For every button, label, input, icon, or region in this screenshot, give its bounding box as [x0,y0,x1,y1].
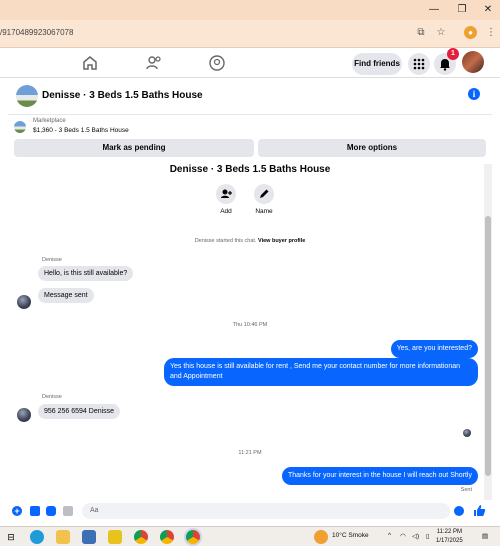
sender-name: Denisse [42,394,62,400]
app-icon[interactable] [82,530,96,544]
add-label: Add [220,208,232,215]
tray-up-icon[interactable]: ^ [388,532,391,539]
emoji-icon[interactable] [454,506,464,516]
weather-icon[interactable] [314,530,328,544]
sender-avatar[interactable] [17,408,31,422]
chrome-icon[interactable] [134,530,148,544]
sticky-notes-icon[interactable] [108,530,122,544]
marketplace-label: Marketplace [33,118,66,124]
clock-date: 1/17/2025 [436,538,463,544]
listing-price-title[interactable]: $1,360 - 3 Beds 1.5 Baths House [33,127,129,134]
address-bar[interactable]: /9170489923067078 ⧉ ☆ ⋮ [0,20,500,48]
photo-icon[interactable] [30,506,40,516]
notification-count-badge: 1 [447,48,459,60]
find-friends-button[interactable]: Find friends [352,53,402,75]
incoming-message: Hello, is this still available? [38,266,134,281]
pencil-icon[interactable] [254,184,274,204]
marketplace-listing-card: Marketplace $1,360 - 3 Beds 1.5 Baths Ho… [8,114,492,164]
chat-started-notice: Denisse started this chat. View buyer pr… [8,238,492,244]
read-receipt-avatar [463,429,471,437]
message-composer: + Aa [8,500,492,522]
conversation-pane[interactable]: Denisse · 3 Beds 1.5 Baths House Add Nam… [8,164,492,500]
sender-avatar[interactable] [17,295,31,309]
facebook-top-nav: Find friends [0,48,500,78]
incoming-message: Message sent [38,288,94,303]
menu-grid-button[interactable] [408,53,430,75]
view-buyer-profile-link[interactable]: View buyer profile [258,238,305,244]
add-person-icon[interactable] [216,184,236,204]
menu-grid-icon [413,58,425,70]
browser-profile-icon[interactable]: ● [464,26,477,39]
task-view-icon[interactable]: ⊟ [4,530,18,544]
browser-menu-icon[interactable]: ⋮ [484,26,498,40]
timestamp: 11:21 PM [238,450,262,456]
chat-header: Denisse · 3 Beds 1.5 Baths House i [8,80,492,114]
gif-icon[interactable] [63,506,73,516]
sender-name: Denisse [42,257,62,263]
sticker-icon[interactable] [46,506,56,516]
add-action[interactable]: Add [206,184,246,215]
windows-taskbar: ⊟ 10°C Smoke ^ ◠ ◁) ▯ 11:22 PM 1/17/2025… [0,526,500,546]
chrome-icon[interactable] [160,530,174,544]
close-icon[interactable]: ✕ [480,2,496,18]
listing-thumbnail[interactable] [16,85,38,107]
home-icon[interactable] [80,53,100,73]
browser-titlebar: — ❐ ✕ [0,0,500,20]
chat-title[interactable]: Denisse · 3 Beds 1.5 Baths House [42,90,203,101]
weather-text[interactable]: 10°C Smoke [332,532,369,539]
clock-time: 11:22 PM [436,529,462,535]
bookmark-star-icon[interactable]: ☆ [434,26,448,40]
install-app-icon[interactable]: ⧉ [414,26,428,40]
notification-center-icon[interactable]: ▤ [482,532,488,540]
minimize-icon[interactable]: — [426,2,442,18]
battery-icon[interactable]: ▯ [426,532,430,540]
url-text[interactable]: /9170489923067078 [0,28,73,37]
mark-as-pending-button[interactable]: Mark as pending [14,139,254,157]
friends-icon[interactable] [144,53,164,73]
listing-small-thumbnail[interactable] [14,121,26,133]
file-explorer-icon[interactable] [56,530,70,544]
info-icon[interactable]: i [468,88,480,100]
restore-icon[interactable]: ❐ [454,2,470,18]
groups-icon[interactable] [207,53,227,73]
scrollbar-thumb[interactable] [485,216,491,476]
name-action[interactable]: Name [244,184,284,215]
more-options-button[interactable]: More options [258,139,486,157]
system-clock[interactable]: 11:22 PM 1/17/2025 [436,528,463,546]
conversation-title: Denisse · 3 Beds 1.5 Baths House [169,164,331,175]
thumbs-up-icon[interactable] [473,504,486,517]
chat-started-text: Denisse started this chat. [194,238,257,244]
outgoing-message: Thanks for your interest in the house I … [281,467,478,485]
outgoing-message: Yes this house is still available for re… [164,358,478,386]
sent-status: Sent [460,487,472,493]
chrome-active-icon[interactable] [186,530,200,544]
incoming-message: 956 256 6594 Denisse [38,404,121,419]
account-avatar[interactable] [462,51,484,73]
wifi-icon[interactable]: ◠ [400,532,406,540]
outgoing-message: Yes, are you interested? [390,340,478,358]
timestamp: Thu 10:46 PM [232,322,268,328]
volume-icon[interactable]: ◁) [412,532,419,540]
edge-icon[interactable] [30,530,44,544]
name-label: Name [255,208,273,215]
message-input[interactable]: Aa [82,503,450,519]
plus-icon[interactable]: + [12,506,22,516]
